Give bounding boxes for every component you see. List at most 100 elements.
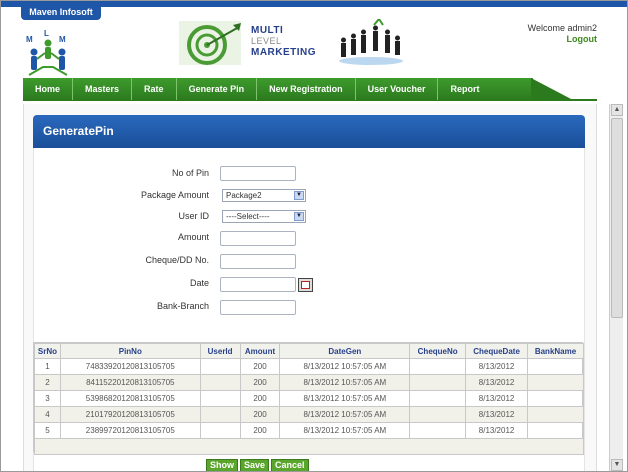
chevron-down-icon[interactable]: ▼	[294, 212, 304, 221]
package-amount-select[interactable]: Package2 ▼	[222, 189, 306, 202]
package-amount-value: Package2	[226, 191, 262, 200]
cell-bankname	[527, 422, 584, 439]
cell-chequeno	[409, 390, 467, 407]
cell-chequeno	[409, 422, 467, 439]
cell-userid	[199, 390, 241, 407]
cell-pinno: 53986820120813105705	[59, 390, 201, 407]
cell-bankname	[527, 406, 584, 423]
col-chequeno[interactable]: ChequeNo	[409, 343, 467, 359]
cell-chequeno	[409, 406, 467, 423]
banner-line-multi: MULTI	[251, 25, 284, 36]
welcome-text: Welcome admin2	[527, 23, 597, 33]
chevron-down-icon[interactable]: ▼	[294, 191, 304, 200]
welcome-box: Welcome admin2 Logout	[528, 23, 597, 45]
user-id-value: ----Select----	[226, 212, 270, 221]
cell-amount: 200	[239, 374, 281, 391]
show-button[interactable]: Show	[206, 459, 238, 471]
col-amount[interactable]: Amount	[239, 343, 281, 359]
mlm-logo-icon: M L M	[26, 29, 68, 76]
cell-dategen: 8/13/2012 10:57:05 AM	[279, 374, 411, 391]
cell-pinno: 84115220120813105705	[59, 374, 201, 391]
nav-item-user-voucher[interactable]: User Voucher	[356, 78, 439, 100]
col-chequedate[interactable]: ChequeDate	[465, 343, 529, 359]
save-button[interactable]: Save	[240, 459, 270, 471]
package-amount-label: Package Amount	[140, 190, 209, 200]
cell-pinno: 23899720120813105705	[59, 422, 201, 439]
cell-pinno: 21017920120813105705	[59, 406, 201, 423]
pin-grid: SrNo PinNo UserId Amount DateGen ChequeN…	[33, 342, 584, 455]
calendar-icon[interactable]	[298, 278, 313, 292]
logo-letter-m2: M	[59, 35, 66, 44]
bank-branch-label: Bank-Branch	[156, 301, 209, 311]
cheque-dd-input[interactable]	[220, 254, 296, 269]
amount-label: Amount	[177, 232, 209, 242]
nav-item-new-registration[interactable]: New Registration	[257, 78, 356, 100]
col-userid[interactable]: UserId	[199, 343, 241, 359]
cell-srno: 1	[34, 358, 61, 375]
scroll-up-icon[interactable]: ▲	[611, 104, 623, 116]
no-of-pin-input[interactable]	[220, 166, 296, 181]
nav-item-rate[interactable]: Rate	[132, 78, 177, 100]
mlm-banner: MULTI LEVEL MARKETING	[179, 17, 421, 67]
col-srno[interactable]: SrNo	[34, 343, 61, 359]
app-window: Maven Infosoft M L M MULTI LEVEL MARKETI…	[0, 0, 628, 472]
table-header-row: SrNo PinNo UserId Amount DateGen ChequeN…	[34, 343, 584, 359]
cell-bankname	[527, 390, 584, 407]
cell-dategen: 8/13/2012 10:57:05 AM	[279, 358, 411, 375]
cell-amount: 200	[239, 422, 281, 439]
banner-text: MULTI LEVEL MARKETING	[251, 25, 316, 58]
nav-item-report[interactable]: Report	[438, 78, 491, 100]
cell-chequedate: 8/13/2012	[465, 358, 529, 375]
action-buttons: Show Save Cancel	[206, 459, 309, 471]
scroll-down-icon[interactable]: ▼	[611, 459, 623, 471]
no-of-pin-label: No of Pin	[171, 168, 209, 178]
cell-srno: 4	[34, 406, 61, 423]
cell-dategen: 8/13/2012 10:57:05 AM	[279, 422, 411, 439]
col-pinno[interactable]: PinNo	[59, 343, 201, 359]
table-row: 4 21017920120813105705 200 8/13/2012 10:…	[34, 406, 584, 423]
nav-item-home[interactable]: Home	[23, 78, 74, 100]
cell-chequedate: 8/13/2012	[465, 374, 529, 391]
vertical-scrollbar[interactable]: ▲ ▼	[609, 104, 623, 471]
cell-chequedate: 8/13/2012	[465, 406, 529, 423]
cell-chequeno	[409, 374, 467, 391]
table-row: 3 53986820120813105705 200 8/13/2012 10:…	[34, 390, 584, 407]
cell-chequeno	[409, 358, 467, 375]
table-footer-row	[34, 438, 584, 455]
amount-input[interactable]	[220, 231, 296, 246]
cell-amount: 200	[239, 390, 281, 407]
logo-letter-l: L	[44, 29, 49, 38]
logout-link[interactable]: Logout	[528, 34, 598, 45]
cell-dategen: 8/13/2012 10:57:05 AM	[279, 390, 411, 407]
user-id-select[interactable]: ----Select---- ▼	[222, 210, 306, 223]
form-header: GeneratePin	[33, 115, 585, 148]
cell-bankname	[527, 374, 584, 391]
cell-srno: 5	[34, 422, 61, 439]
cell-userid	[199, 422, 241, 439]
nav-items: Home Masters Rate Generate Pin New Regis…	[23, 78, 491, 100]
table-row: 1 74833920120813105705 200 8/13/2012 10:…	[34, 358, 584, 375]
cell-userid	[199, 358, 241, 375]
cell-amount: 200	[239, 406, 281, 423]
pin-table: SrNo PinNo UserId Amount DateGen ChequeN…	[34, 343, 584, 455]
nav-item-generate-pin[interactable]: Generate Pin	[177, 78, 258, 100]
main-nav: Home Masters Rate Generate Pin New Regis…	[23, 78, 597, 101]
bank-branch-input[interactable]	[220, 300, 296, 315]
form-title: GeneratePin	[43, 124, 114, 138]
cell-userid	[199, 406, 241, 423]
table-row: 5 23899720120813105705 200 8/13/2012 10:…	[34, 422, 584, 439]
table-row: 2 84115220120813105705 200 8/13/2012 10:…	[34, 374, 584, 391]
nav-item-masters[interactable]: Masters	[73, 78, 133, 100]
logo-letter-m1: M	[26, 35, 33, 44]
scroll-thumb[interactable]	[611, 118, 623, 318]
banner-line-marketing: MARKETING	[251, 47, 317, 58]
col-dategen[interactable]: DateGen	[279, 343, 411, 359]
brand-tab: Maven Infosoft	[21, 5, 101, 20]
cell-bankname	[527, 358, 584, 375]
cell-amount: 200	[239, 358, 281, 375]
date-input[interactable]	[220, 277, 296, 292]
cancel-button[interactable]: Cancel	[271, 459, 309, 471]
col-bankname[interactable]: BankName	[527, 343, 584, 359]
cell-srno: 3	[34, 390, 61, 407]
cell-chequedate: 8/13/2012	[465, 390, 529, 407]
